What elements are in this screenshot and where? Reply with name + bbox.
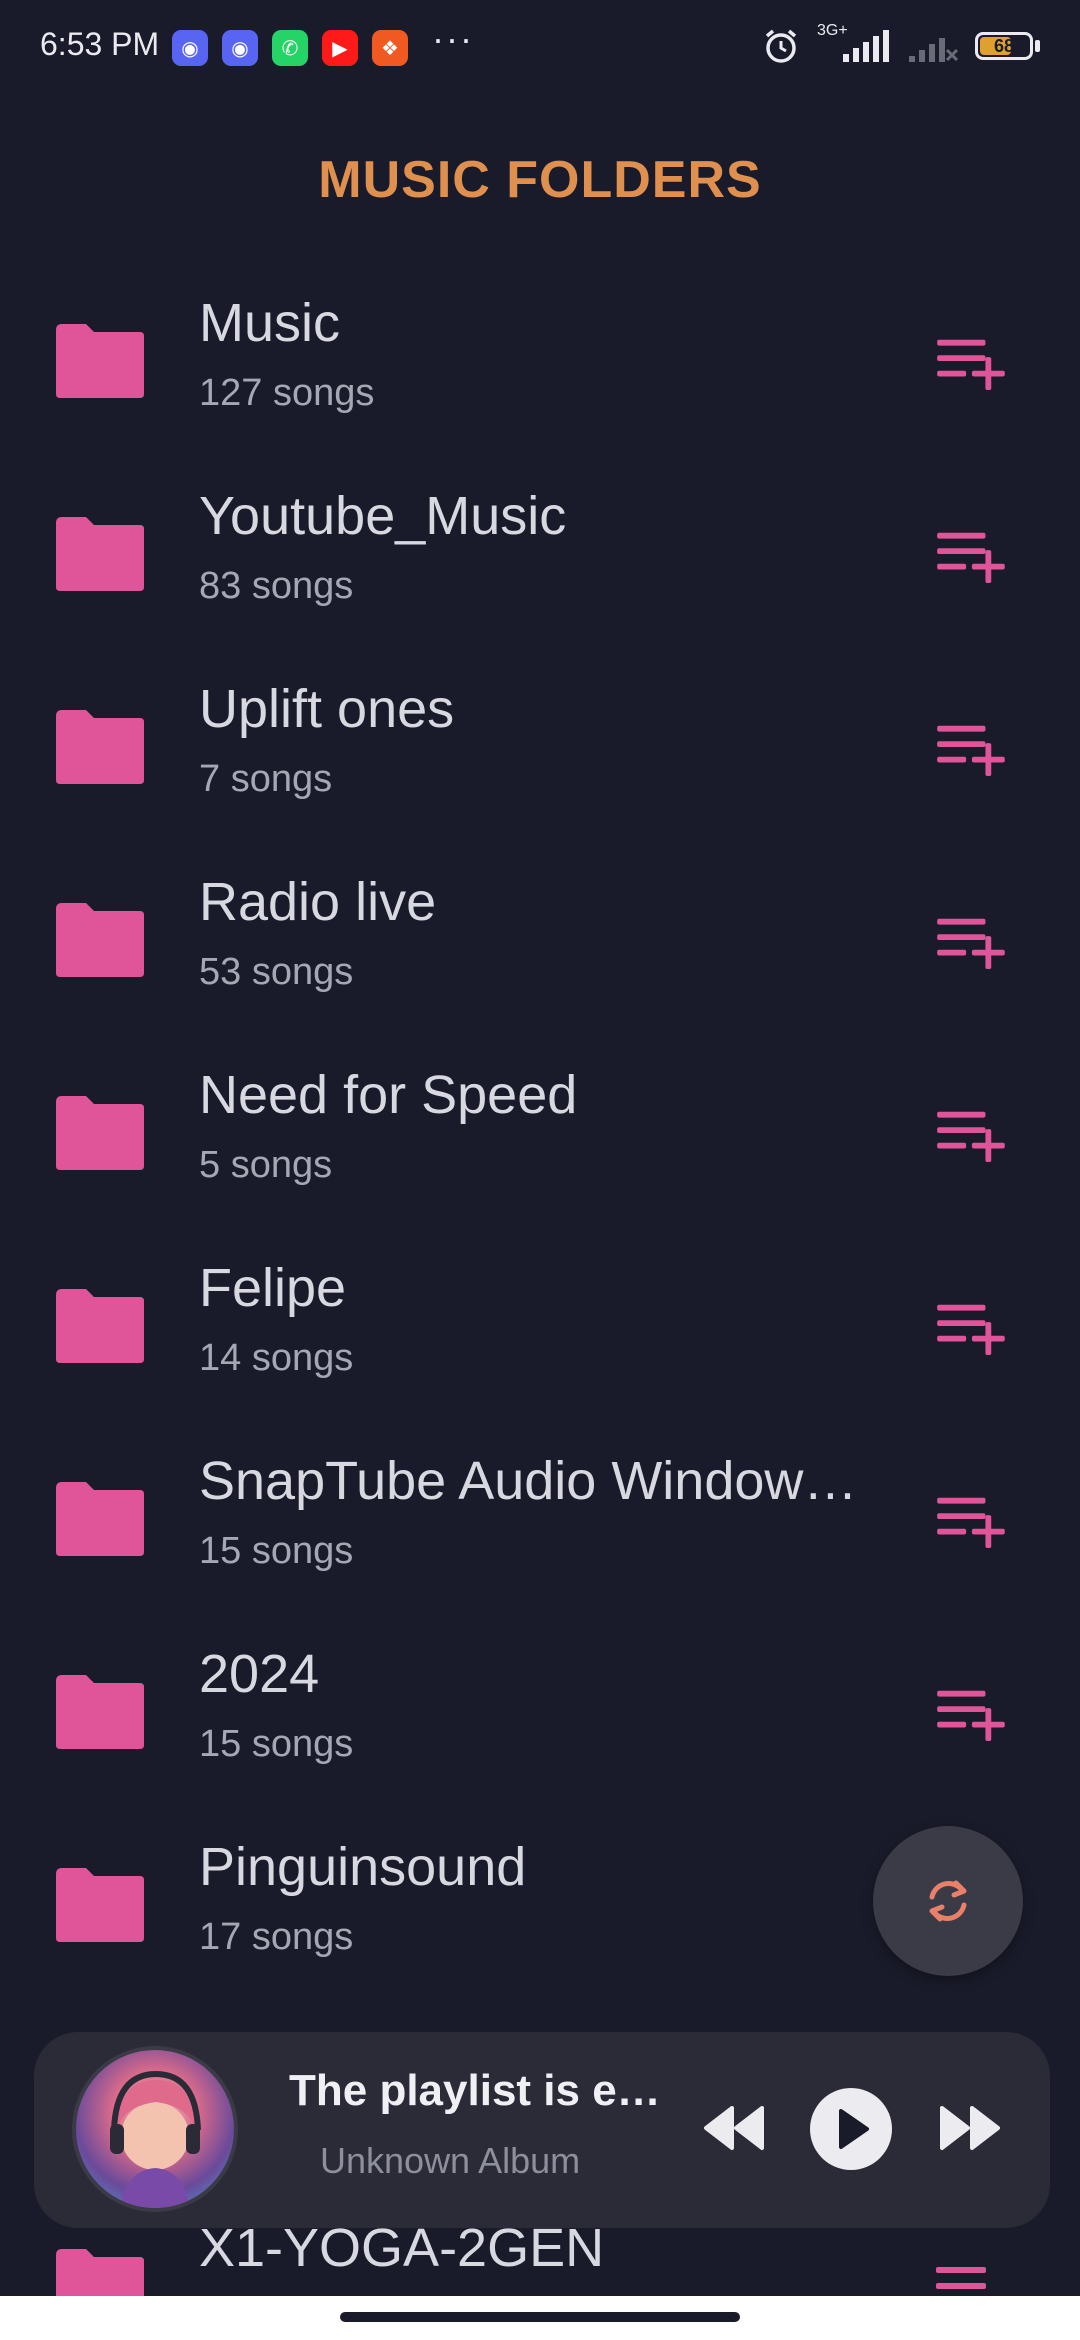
folder-song-count: 14 songs: [199, 1337, 354, 1379]
add-to-playlist-icon[interactable]: [932, 1299, 1008, 1355]
mini-player[interactable]: The playlist is e… Unknown Album: [34, 2032, 1050, 2228]
refresh-icon: [929, 1880, 967, 1922]
more-notifications-icon: ···: [432, 18, 474, 59]
add-to-playlist-icon[interactable]: [932, 720, 1008, 776]
player-track-title: The playlist is e…: [289, 2066, 661, 2115]
status-time: 6:53 PM: [40, 26, 160, 62]
battery-level: 68: [993, 35, 1015, 56]
folder-name: Pinguinsound: [199, 1837, 527, 1897]
youtube-icon: ▶: [322, 30, 358, 66]
folder-name: Youtube_Music: [199, 486, 567, 546]
alarm-icon: [765, 29, 797, 63]
play-button[interactable]: [810, 2088, 892, 2170]
folder-list: Music 127 songs Youtube_Music 83 songs Uplif…: [0, 276, 1080, 2013]
folder-name: Music: [199, 293, 341, 353]
album-art[interactable]: [72, 2046, 238, 2212]
add-to-playlist-icon[interactable]: [932, 913, 1008, 969]
folder-row[interactable]: Uplift ones 7 songs: [0, 662, 1080, 855]
next-button[interactable]: [936, 2104, 1002, 2152]
folder-song-count: 17 songs: [199, 1916, 354, 1958]
app-icon: ❖: [372, 30, 408, 66]
play-icon: [839, 2109, 869, 2149]
folder-icon: [56, 1868, 144, 1942]
folder-icon: [56, 903, 144, 977]
folder-row[interactable]: Radio live 53 songs: [0, 855, 1080, 1048]
folder-song-count: 53 songs: [199, 951, 354, 993]
home-gesture-handle[interactable]: [340, 2312, 740, 2322]
folder-name: Felipe: [199, 1258, 347, 1318]
folder-song-count: 7 songs: [199, 758, 333, 800]
folder-song-count: 127 songs: [199, 372, 375, 414]
folder-row[interactable]: Music 127 songs: [0, 276, 1080, 469]
folder-icon: [56, 1096, 144, 1170]
folder-icon: [56, 710, 144, 784]
folder-icon: [56, 1289, 144, 1363]
folder-row[interactable]: Felipe 14 songs: [0, 1241, 1080, 1434]
folder-row[interactable]: 2024 15 songs: [0, 1627, 1080, 1820]
folder-icon: [56, 1482, 144, 1556]
add-to-playlist-icon[interactable]: [932, 1492, 1008, 1548]
discord-icon: ◉: [172, 30, 208, 66]
folder-row[interactable]: Need for Speed 5 songs: [0, 1048, 1080, 1241]
folder-row[interactable]: Youtube_Music 83 songs: [0, 469, 1080, 662]
folder-name: SnapTube Audio Window…: [199, 1451, 858, 1511]
add-to-playlist-icon[interactable]: [932, 334, 1008, 390]
battery-icon: 68: [975, 32, 1040, 60]
signal-no-service-icon: [909, 38, 959, 62]
folder-name: 2024: [199, 1644, 320, 1704]
folder-song-count: 15 songs: [199, 1530, 354, 1572]
add-to-playlist-icon[interactable]: [932, 527, 1008, 583]
whatsapp-icon: ✆: [272, 30, 308, 66]
page-title: MUSIC FOLDERS: [318, 151, 762, 209]
folder-name: Radio live: [199, 872, 437, 932]
status-bar: 6:53 PM ◉ ◉ ✆ ▶ ❖ ··· 3G+ 68: [0, 0, 1080, 96]
add-to-playlist-icon[interactable]: [932, 1106, 1008, 1162]
folder-icon: [56, 1675, 144, 1749]
previous-button[interactable]: [702, 2104, 768, 2152]
add-to-playlist-icon[interactable]: [932, 1685, 1008, 1741]
folder-name: Need for Speed: [199, 1065, 578, 1125]
folder-name: Uplift ones: [199, 679, 455, 739]
folder-row[interactable]: SnapTube Audio Window… 15 songs: [0, 1434, 1080, 1627]
folder-song-count: 5 songs: [199, 1144, 333, 1186]
folder-icon: [56, 324, 144, 398]
status-indicators: 3G+ 68: [761, 22, 1040, 66]
folder-song-count: 15 songs: [199, 1723, 354, 1765]
refresh-button[interactable]: [873, 1826, 1023, 1976]
folder-icon: [56, 517, 144, 591]
folder-song-count: 83 songs: [199, 565, 354, 607]
discord-icon: ◉: [222, 30, 258, 66]
signal-icon: 3G+: [817, 22, 891, 66]
player-album: Unknown Album: [320, 2140, 581, 2181]
status-notification-icons: ◉ ◉ ✆ ▶ ❖: [172, 30, 408, 66]
